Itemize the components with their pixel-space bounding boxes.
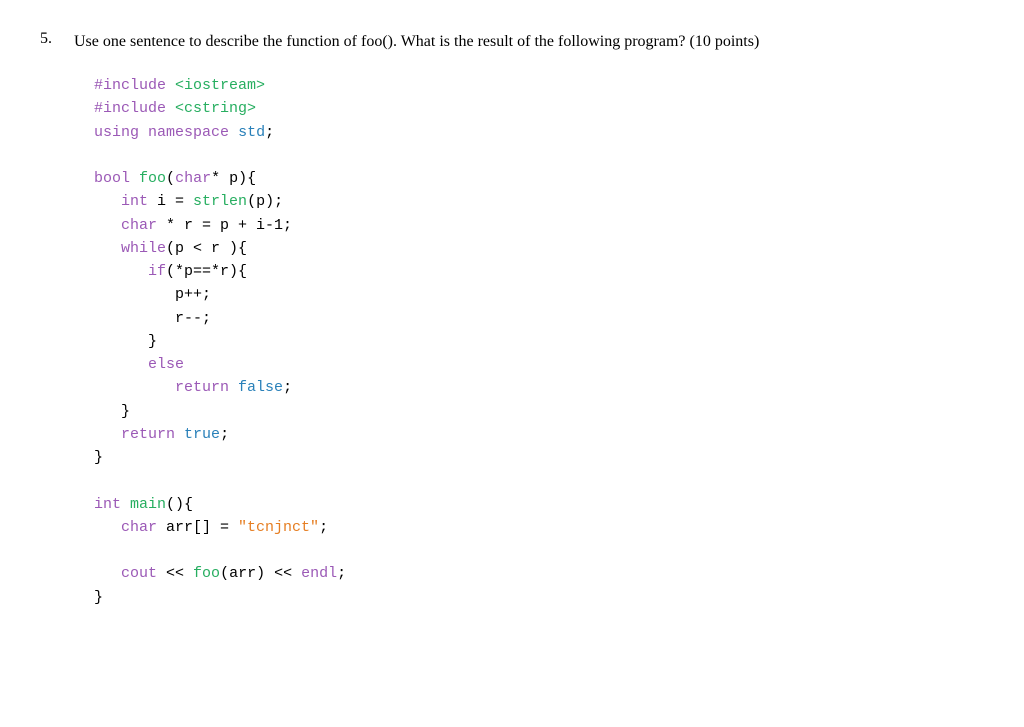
function-name: strlen bbox=[193, 193, 247, 210]
code-line-blank bbox=[94, 469, 759, 492]
keyword: char bbox=[121, 217, 157, 234]
value: std bbox=[238, 124, 265, 141]
keyword: bool bbox=[94, 170, 130, 187]
function-name: foo bbox=[139, 170, 166, 187]
keyword: int bbox=[94, 496, 121, 513]
keyword: namespace bbox=[148, 124, 229, 141]
keyword: while bbox=[121, 240, 166, 257]
code-line: r--; bbox=[94, 307, 759, 330]
keyword: #include bbox=[94, 100, 166, 117]
code-line: p++; bbox=[94, 283, 759, 306]
code-line: char arr[] = "tcnjnct"; bbox=[94, 516, 759, 539]
function-name: foo bbox=[193, 565, 220, 582]
code-line: while(p < r ){ bbox=[94, 237, 759, 260]
question-container: 5. Use one sentence to describe the func… bbox=[40, 30, 984, 609]
keyword: char bbox=[121, 519, 157, 536]
keyword: else bbox=[148, 356, 184, 373]
question-text: Use one sentence to describe the functio… bbox=[74, 30, 759, 54]
code-line: char * r = p + i-1; bbox=[94, 214, 759, 237]
value: true bbox=[184, 426, 220, 443]
code-line: bool foo(char* p){ bbox=[94, 167, 759, 190]
include-header: <cstring> bbox=[175, 100, 256, 117]
code-line: } bbox=[94, 586, 759, 609]
string-literal: "tcnjnct" bbox=[238, 519, 319, 536]
code-block: #include <iostream> #include <cstring> u… bbox=[74, 74, 759, 609]
code-line: cout << foo(arr) << endl; bbox=[94, 562, 759, 585]
function-name: main bbox=[130, 496, 166, 513]
value: false bbox=[238, 379, 283, 396]
code-line: return false; bbox=[94, 376, 759, 399]
code-line: #include <cstring> bbox=[94, 97, 759, 120]
keyword: return bbox=[175, 379, 229, 396]
code-line: int i = strlen(p); bbox=[94, 190, 759, 213]
keyword: using bbox=[94, 124, 139, 141]
code-line: return true; bbox=[94, 423, 759, 446]
code-line: int main(){ bbox=[94, 493, 759, 516]
code-line: using namespace std; bbox=[94, 121, 759, 144]
code-line-blank bbox=[94, 539, 759, 562]
code-line-blank bbox=[94, 144, 759, 167]
keyword: cout bbox=[121, 565, 157, 582]
code-line: } bbox=[94, 400, 759, 423]
keyword: int bbox=[121, 193, 148, 210]
code-line: if(*p==*r){ bbox=[94, 260, 759, 283]
code-line: else bbox=[94, 353, 759, 376]
question-content: Use one sentence to describe the functio… bbox=[74, 30, 759, 609]
include-header: <iostream> bbox=[175, 77, 265, 94]
question-number: 5. bbox=[40, 30, 64, 609]
keyword: char bbox=[175, 170, 211, 187]
code-line: } bbox=[94, 446, 759, 469]
code-line: } bbox=[94, 330, 759, 353]
code-line: #include <iostream> bbox=[94, 74, 759, 97]
keyword: endl bbox=[301, 565, 337, 582]
keyword: if bbox=[148, 263, 166, 280]
keyword: return bbox=[121, 426, 175, 443]
keyword: #include bbox=[94, 77, 166, 94]
